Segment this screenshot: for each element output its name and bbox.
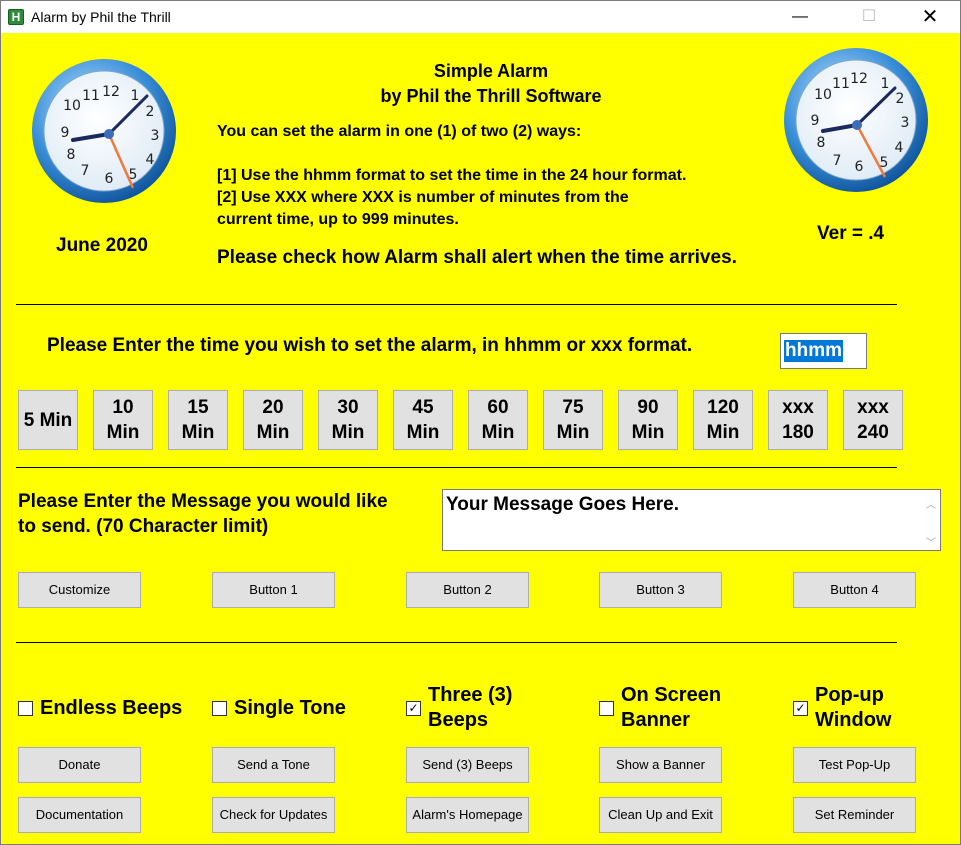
- time-input-value: hhmm: [784, 340, 843, 362]
- svg-text:6: 6: [855, 159, 864, 175]
- show-a-banner-button[interactable]: Show a Banner: [599, 747, 722, 783]
- clean-up-and-exit-button[interactable]: Clean Up and Exit: [599, 797, 722, 833]
- message-scrollbar[interactable]: ︿ ﹀: [923, 490, 940, 550]
- date-label: June 2020: [56, 235, 148, 256]
- on-screen-banner-label[interactable]: On Screen Banner: [621, 683, 721, 733]
- svg-text:7: 7: [833, 153, 842, 169]
- message-prompt: Please Enter the Message you would like: [18, 491, 388, 512]
- time-button-30-min[interactable]: 30 Min: [318, 390, 378, 450]
- documentation-button[interactable]: Documentation: [18, 797, 141, 833]
- svg-text:8: 8: [67, 147, 76, 163]
- time-button-20-min[interactable]: 20 Min: [243, 390, 303, 450]
- time-button-xxx-180[interactable]: xxx 180: [768, 390, 828, 450]
- close-button[interactable]: ✕: [907, 1, 953, 33]
- instructions-option-2-cont: current time, up to 999 minutes.: [217, 211, 459, 228]
- time-button-60-min[interactable]: 60 Min: [468, 390, 528, 450]
- app-icon: H: [8, 9, 24, 25]
- on-screen-banner-checkbox[interactable]: [599, 701, 614, 716]
- message-input-value: Your Message Goes Here.: [446, 494, 680, 515]
- pop-up-window-checkbox[interactable]: ✓: [793, 701, 808, 716]
- svg-text:4: 4: [895, 140, 904, 156]
- donate-button[interactable]: Donate: [18, 747, 141, 783]
- svg-text:6: 6: [105, 171, 114, 187]
- author-heading: by Phil the Thrill Software: [380, 86, 602, 106]
- version-label: Ver = .4: [817, 223, 885, 244]
- svg-text:3: 3: [151, 128, 160, 144]
- time-button-15-min[interactable]: 15 Min: [168, 390, 228, 450]
- time-button-10-min[interactable]: 10 Min: [93, 390, 153, 450]
- svg-text:8: 8: [817, 135, 826, 151]
- time-button-xxx-240[interactable]: xxx 240: [843, 390, 903, 450]
- title-bar[interactable]: H Alarm by Phil the Thrill — ☐ ✕: [1, 1, 960, 33]
- endless-beeps-label[interactable]: Endless Beeps: [40, 696, 182, 721]
- instructions-option-1: [1] Use the hhmm format to set the time …: [217, 167, 687, 184]
- divider: [16, 304, 897, 305]
- window-title: Alarm by Phil the Thrill: [31, 9, 171, 25]
- time-button-90-min[interactable]: 90 Min: [618, 390, 678, 450]
- svg-text:4: 4: [146, 152, 155, 168]
- instructions-option-2: [2] Use XXX where XXX is number of minut…: [217, 189, 629, 206]
- svg-text:3: 3: [901, 115, 910, 131]
- pop-up-window-label[interactable]: Pop-up Window: [815, 683, 891, 733]
- time-button-5-min[interactable]: 5 Min: [18, 390, 78, 450]
- time-prompt: Please Enter the time you wish to set th…: [47, 335, 693, 356]
- test-pop-up-button[interactable]: Test Pop-Up: [793, 747, 916, 783]
- divider: [16, 642, 897, 643]
- single-tone-label[interactable]: Single Tone: [234, 696, 346, 721]
- endless-beeps-checkbox[interactable]: [18, 701, 33, 716]
- time-button-120-min[interactable]: 120 Min: [693, 390, 753, 450]
- svg-text:9: 9: [811, 113, 820, 129]
- main-panel: 12 11 10 987 654 321 12 11 10 9 8 7 6 5 …: [1, 33, 960, 844]
- alarm-s-homepage-button[interactable]: Alarm's Homepage: [406, 797, 529, 833]
- app-window: H Alarm by Phil the Thrill — ☐ ✕ 12 11 10 …: [0, 0, 961, 845]
- button-4-button[interactable]: Button 4: [793, 572, 916, 608]
- message-prompt-cont: to send. (70 Character limit): [18, 516, 269, 537]
- alert-prompt: Please check how Alarm shall alert when …: [217, 247, 737, 268]
- instructions-intro: You can set the alarm in one (1) of two …: [217, 123, 582, 140]
- divider: [16, 467, 897, 468]
- set-reminder-button[interactable]: Set Reminder: [793, 797, 916, 833]
- send-3-beeps-button[interactable]: Send (3) Beeps: [406, 747, 529, 783]
- svg-text:7: 7: [81, 163, 90, 179]
- three-3-beeps-label[interactable]: Three (3) Beeps: [428, 683, 512, 733]
- button-3-button[interactable]: Button 3: [599, 572, 722, 608]
- maximize-button[interactable]: ☐: [846, 1, 892, 33]
- message-input[interactable]: Your Message Goes Here. ︿ ﹀: [442, 489, 941, 551]
- time-button-45-min[interactable]: 45 Min: [393, 390, 453, 450]
- button-1-button[interactable]: Button 1: [212, 572, 335, 608]
- scroll-up-icon[interactable]: ︿: [926, 496, 936, 511]
- three-3-beeps-checkbox[interactable]: ✓: [406, 701, 421, 716]
- time-button-75-min[interactable]: 75 Min: [543, 390, 603, 450]
- scroll-down-icon[interactable]: ﹀: [926, 534, 936, 549]
- single-tone-checkbox[interactable]: [212, 701, 227, 716]
- check-for-updates-button[interactable]: Check for Updates: [212, 797, 335, 833]
- time-input[interactable]: hhmm: [780, 333, 867, 369]
- svg-text:9: 9: [61, 125, 70, 141]
- minimize-button[interactable]: —: [777, 1, 823, 33]
- customize-button[interactable]: Customize: [18, 572, 141, 608]
- send-a-tone-button[interactable]: Send a Tone: [212, 747, 335, 783]
- app-heading: Simple Alarm: [433, 61, 549, 81]
- button-2-button[interactable]: Button 2: [406, 572, 529, 608]
